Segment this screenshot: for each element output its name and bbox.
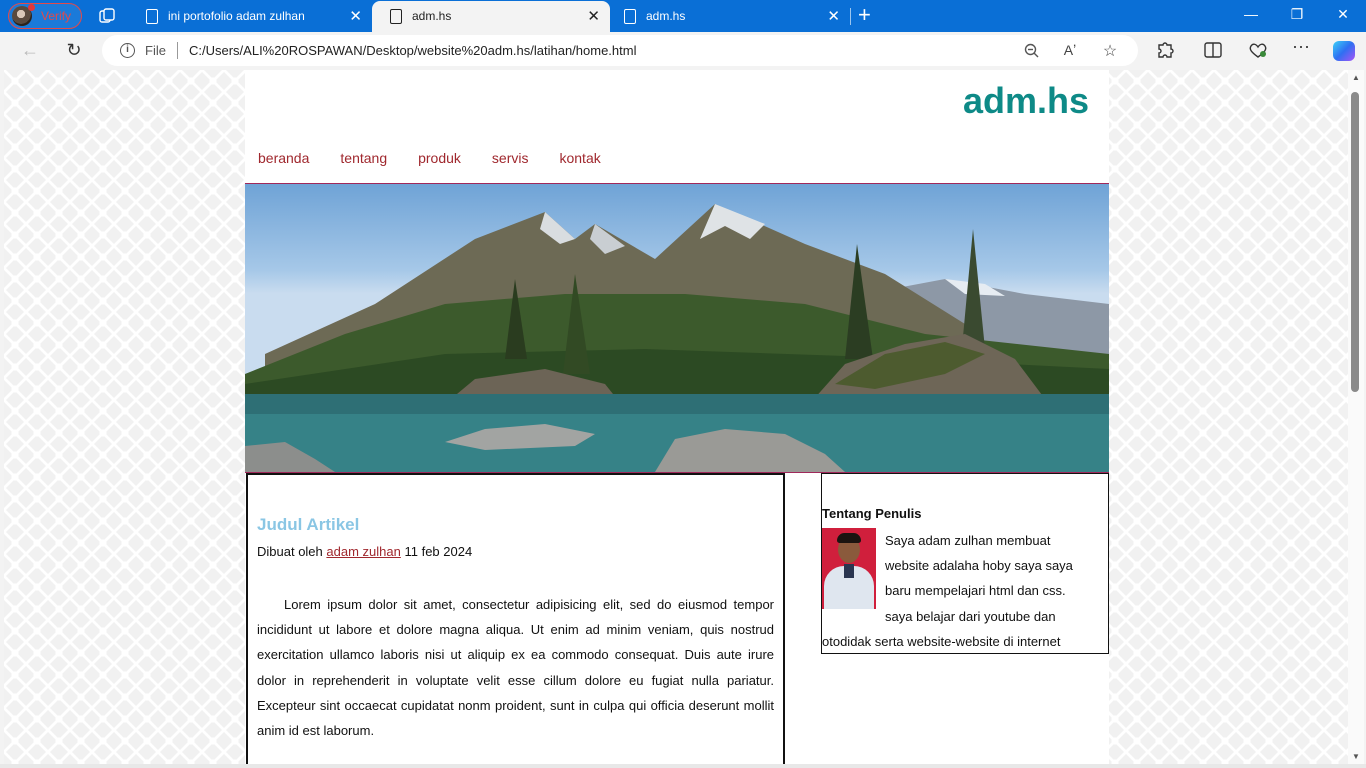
zoom-icon[interactable] xyxy=(1022,42,1042,60)
article: Judul Artikel Dibuat oleh adam zulhan 11… xyxy=(246,473,785,764)
menu-item-servis[interactable]: servis xyxy=(492,150,529,166)
profile-button[interactable]: Verify xyxy=(8,3,82,29)
browser-essentials-icon[interactable] xyxy=(1247,40,1269,60)
new-tab-button[interactable]: + xyxy=(858,2,871,28)
scrollbar-thumb[interactable] xyxy=(1351,92,1359,392)
vertical-scrollbar[interactable]: ▲ ▼ xyxy=(1348,70,1364,764)
copilot-icon[interactable] xyxy=(1333,41,1355,61)
address-bar[interactable]: i File C:/Users/ALI%20ROSPAWAN/Desktop/w… xyxy=(102,35,1138,66)
minimize-button[interactable]: — xyxy=(1241,6,1261,22)
tab-adm[interactable]: adm.hs ✕ xyxy=(606,1,850,32)
menu-item-beranda[interactable]: beranda xyxy=(258,150,309,166)
restore-button[interactable]: ❐ xyxy=(1287,6,1307,23)
close-tab-icon[interactable]: ✕ xyxy=(827,7,840,25)
window-bottom-edge xyxy=(0,764,1366,768)
mountain-lake-image xyxy=(245,204,1109,472)
main-menu: beranda tentang produk servis kontak xyxy=(258,150,632,166)
profile-label: Verify xyxy=(41,9,72,23)
tab-title: ini portofolio adam zulhan xyxy=(168,9,305,23)
info-icon[interactable]: i xyxy=(120,43,135,58)
close-tab-icon[interactable]: ✕ xyxy=(587,7,600,25)
aside-text-wrap: Saya adam zulhan membuat website adalaha… xyxy=(822,528,1092,654)
puzzle-icon[interactable] xyxy=(1154,40,1176,60)
split-screen-icon[interactable] xyxy=(1202,40,1224,60)
article-date: 11 feb 2024 xyxy=(404,544,473,559)
address-bar-row: ← ↻ i File C:/Users/ALI%20ROSPAWAN/Deskt… xyxy=(0,32,1366,70)
scheme-label: File xyxy=(145,43,166,58)
close-tab-icon[interactable]: ✕ xyxy=(349,7,362,25)
more-icon[interactable]: ··· xyxy=(1290,36,1312,57)
notification-dot xyxy=(28,4,35,11)
menu-item-produk[interactable]: produk xyxy=(418,150,461,166)
article-body: Lorem ipsum dolor sit amet, consectetur … xyxy=(257,597,774,739)
page-viewport: adm.hs beranda tentang produk servis kon… xyxy=(4,70,1348,764)
page-icon xyxy=(146,9,158,24)
article-title: Judul Artikel xyxy=(257,515,360,534)
article-meta: Dibuat oleh adam zulhan 11 feb 2024 xyxy=(257,544,472,559)
page-container: adm.hs beranda tentang produk servis kon… xyxy=(245,70,1109,764)
star-icon[interactable]: ☆ xyxy=(1100,41,1120,61)
address-divider xyxy=(177,42,178,59)
scroll-up-icon[interactable]: ▲ xyxy=(1352,73,1360,82)
close-window-button[interactable]: ✕ xyxy=(1333,6,1353,23)
article-meta-prefix: Dibuat oleh xyxy=(257,544,323,559)
aside-title: Tentang Penulis xyxy=(822,506,922,521)
read-aloud-icon[interactable]: Aʼ xyxy=(1060,42,1080,58)
tab-portfolio[interactable]: ini portofolio adam zulhan ✕ xyxy=(128,1,372,32)
scroll-down-icon[interactable]: ▼ xyxy=(1352,752,1360,761)
page-icon xyxy=(624,9,636,24)
url-text[interactable]: C:/Users/ALI%20ROSPAWAN/Desktop/website%… xyxy=(189,43,636,58)
tab-title: adm.hs xyxy=(646,9,686,23)
workspaces-icon[interactable] xyxy=(98,7,116,25)
refresh-icon[interactable]: ↻ xyxy=(62,40,86,61)
menu-item-kontak[interactable]: kontak xyxy=(559,150,600,166)
page-icon xyxy=(390,9,402,24)
article-author-link[interactable]: adam zulhan xyxy=(326,544,400,559)
tab-active[interactable]: adm.hs ✕ xyxy=(372,1,610,32)
hero-image xyxy=(245,184,1109,472)
tab-title: adm.hs xyxy=(412,9,452,23)
author-sidebar: Tentang Penulis Saya adam zulhan membuat… xyxy=(821,473,1109,654)
title-bar: Verify ini portofolio adam zulhan ✕ adm.… xyxy=(0,0,1366,32)
back-icon[interactable]: ← xyxy=(18,40,42,61)
menu-item-tentang[interactable]: tentang xyxy=(340,150,387,166)
site-title: adm.hs xyxy=(962,80,1089,121)
tab-divider xyxy=(850,8,851,25)
